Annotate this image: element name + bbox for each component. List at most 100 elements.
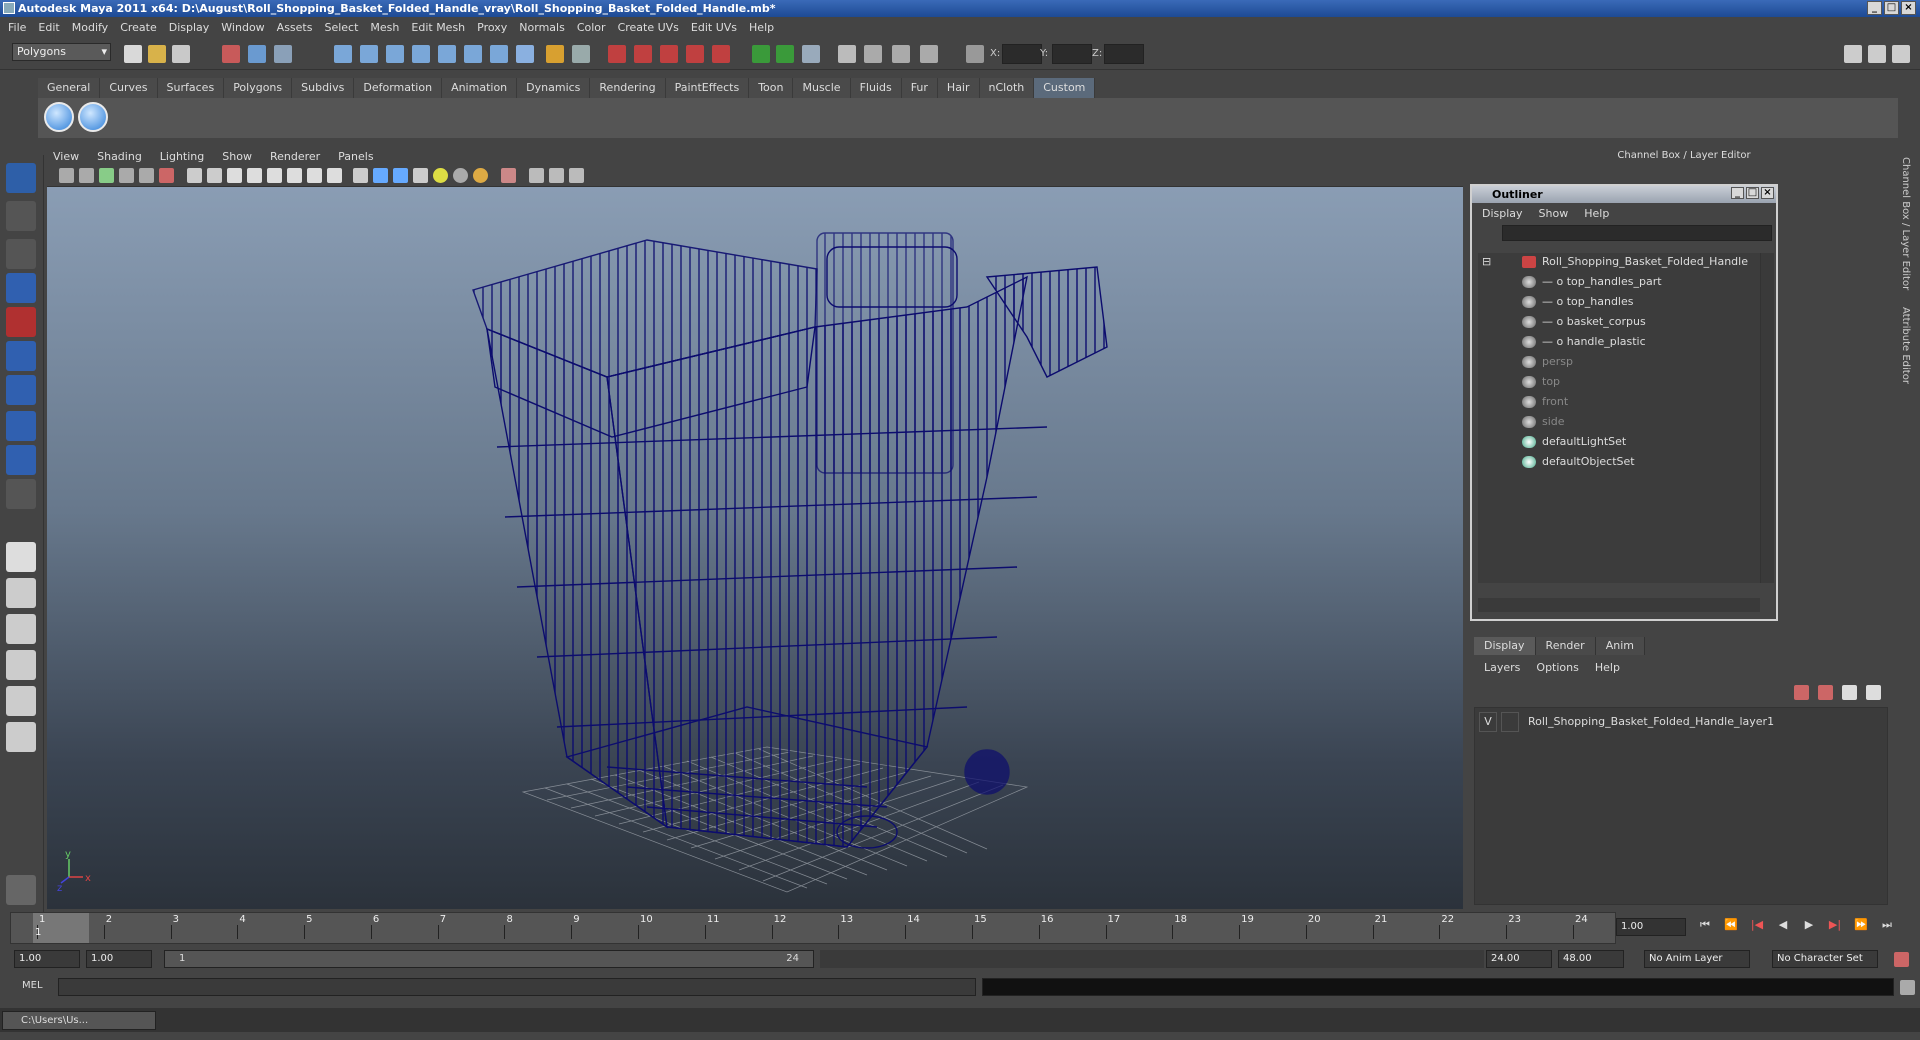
- camera-icon[interactable]: [59, 168, 74, 183]
- snap-plane-icon[interactable]: [412, 45, 430, 63]
- tab-toon[interactable]: Toon: [749, 78, 794, 98]
- vp-menu-view[interactable]: View: [53, 150, 79, 163]
- mel-input[interactable]: [58, 978, 976, 996]
- film-gate-icon[interactable]: [207, 168, 222, 183]
- menu-edit-mesh[interactable]: Edit Mesh: [411, 21, 465, 34]
- lights-icon[interactable]: [433, 168, 448, 183]
- wireframe-icon[interactable]: [353, 168, 368, 183]
- move-down-icon[interactable]: [1866, 685, 1881, 700]
- checkmark-icon[interactable]: [44, 102, 74, 132]
- outliner-vertical-scrollbar[interactable]: [1760, 253, 1774, 583]
- select-component-icon[interactable]: [274, 45, 292, 63]
- menu-select[interactable]: Select: [324, 21, 358, 34]
- layer-menu-options[interactable]: Options: [1536, 661, 1578, 674]
- paint-select-icon[interactable]: [6, 239, 36, 269]
- character-set-dropdown[interactable]: No Character Set: [1772, 950, 1878, 968]
- outliner-item-top[interactable]: top: [1522, 373, 1560, 391]
- snap-point-icon[interactable]: [386, 45, 404, 63]
- outliner-item-front[interactable]: front: [1522, 393, 1568, 411]
- outliner-layout-icon[interactable]: [6, 614, 36, 644]
- layer-menu-help[interactable]: Help: [1595, 661, 1620, 674]
- soft-mod-icon[interactable]: [6, 411, 36, 441]
- resolution-gate-icon[interactable]: [227, 168, 242, 183]
- bookmark-icon[interactable]: [99, 168, 114, 183]
- side-tab-attribute-editor[interactable]: Attribute Editor: [1900, 307, 1911, 384]
- outliner-minimize-button[interactable]: _: [1731, 187, 1744, 199]
- menu-edit-uvs[interactable]: Edit UVs: [691, 21, 737, 34]
- wireframe-on-shaded-icon[interactable]: [393, 168, 408, 183]
- text-icon[interactable]: [327, 168, 342, 183]
- tab-deformation[interactable]: Deformation: [354, 78, 443, 98]
- vp-menu-renderer[interactable]: Renderer: [270, 150, 320, 163]
- render-settings-icon[interactable]: [686, 45, 704, 63]
- graph-layout-icon[interactable]: [6, 650, 36, 680]
- perspective-viewport[interactable]: y x z: [47, 187, 1463, 909]
- menu-set-dropdown[interactable]: Polygons ▾: [12, 43, 111, 61]
- script-editor-icon[interactable]: [1900, 980, 1915, 995]
- hypershade-layout-icon[interactable]: [6, 686, 36, 716]
- outliner-menu-display[interactable]: Display: [1482, 207, 1523, 220]
- new-scene-icon[interactable]: [124, 45, 142, 63]
- minimized-window[interactable]: C:\Users\Us...: [2, 1011, 156, 1030]
- tab-hair[interactable]: Hair: [937, 78, 980, 98]
- step-back-frame-icon[interactable]: |◀: [1748, 918, 1766, 936]
- tab-fluids[interactable]: Fluids: [850, 78, 902, 98]
- tool-settings-icon[interactable]: [892, 45, 910, 63]
- gate-mask-icon[interactable]: [247, 168, 262, 183]
- outliner-item-top-handles[interactable]: — o top_handles: [1522, 293, 1633, 311]
- menu-color[interactable]: Color: [577, 21, 606, 34]
- time-slider[interactable]: 1 2 3 4 5 6 7 8 9 10 11 12 13 14 15 16 17 18 19 20 21 22 23 24 …: [10, 912, 1616, 944]
- menu-create[interactable]: Create: [120, 21, 157, 34]
- tab-animation[interactable]: Animation: [442, 78, 518, 98]
- last-tool-icon[interactable]: [6, 479, 36, 509]
- outliner-item-side[interactable]: side: [1522, 413, 1565, 431]
- select-object-icon[interactable]: [248, 45, 266, 63]
- step-forward-key-icon[interactable]: ⏩: [1852, 918, 1870, 936]
- ipr-render-icon[interactable]: [660, 45, 678, 63]
- outliner-item-basket-corpus[interactable]: — o basket_corpus: [1522, 313, 1646, 331]
- expand-icon[interactable]: ⊟: [1482, 253, 1491, 271]
- render-icon[interactable]: [634, 45, 652, 63]
- selection-mask-icon[interactable]: [572, 45, 590, 63]
- shadows-icon[interactable]: [453, 168, 468, 183]
- xray-icon[interactable]: [529, 168, 544, 183]
- isolate-select-icon[interactable]: [501, 168, 516, 183]
- textured-icon[interactable]: [413, 168, 428, 183]
- play-forward-icon[interactable]: ▶: [1800, 918, 1818, 936]
- tab-subdivs[interactable]: Subdivs: [292, 78, 355, 98]
- scale-tool-icon[interactable]: [6, 341, 36, 371]
- y-field[interactable]: [1052, 44, 1092, 64]
- range-slider[interactable]: 1 24: [164, 950, 814, 968]
- history-icon[interactable]: [464, 45, 482, 63]
- menu-file[interactable]: File: [8, 21, 26, 34]
- outliner-item-handle-plastic[interactable]: — o handle_plastic: [1522, 333, 1646, 351]
- tab-painteffects[interactable]: PaintEffects: [665, 78, 750, 98]
- tab-rendering[interactable]: Rendering: [590, 78, 666, 98]
- show-manipulator-icon[interactable]: [6, 445, 36, 475]
- lock-icon[interactable]: [546, 45, 564, 63]
- render-view-icon[interactable]: [608, 45, 626, 63]
- snap-curve-icon[interactable]: [360, 45, 378, 63]
- auto-key-icon[interactable]: [1894, 952, 1909, 967]
- open-scene-icon[interactable]: [148, 45, 166, 63]
- go-to-end-icon[interactable]: ⏭: [1878, 918, 1896, 936]
- toggle-tool-settings-icon[interactable]: [1868, 45, 1886, 63]
- tab-anim[interactable]: Anim: [1595, 637, 1645, 655]
- construction-history-icon[interactable]: [490, 45, 508, 63]
- move-tool-icon[interactable]: [6, 273, 36, 303]
- outliner-item-default-light-set[interactable]: defaultLightSet: [1522, 433, 1626, 451]
- hypershade-icon[interactable]: [712, 45, 730, 63]
- gear-icon[interactable]: [864, 45, 882, 63]
- tab-surfaces[interactable]: Surfaces: [157, 78, 225, 98]
- hud-icon[interactable]: [307, 168, 322, 183]
- checkmark-icon[interactable]: [78, 102, 108, 132]
- four-view-layout-icon[interactable]: [6, 578, 36, 608]
- go-to-start-icon[interactable]: ⏮: [1696, 918, 1714, 936]
- input-mode-icon[interactable]: [776, 45, 794, 63]
- gate-icon[interactable]: [139, 168, 154, 183]
- vp-menu-lighting[interactable]: Lighting: [160, 150, 204, 163]
- play-backward-icon[interactable]: ◀: [1774, 918, 1792, 936]
- menu-normals[interactable]: Normals: [519, 21, 565, 34]
- default-light-icon[interactable]: [473, 168, 488, 183]
- close-button[interactable]: ×: [1901, 1, 1916, 15]
